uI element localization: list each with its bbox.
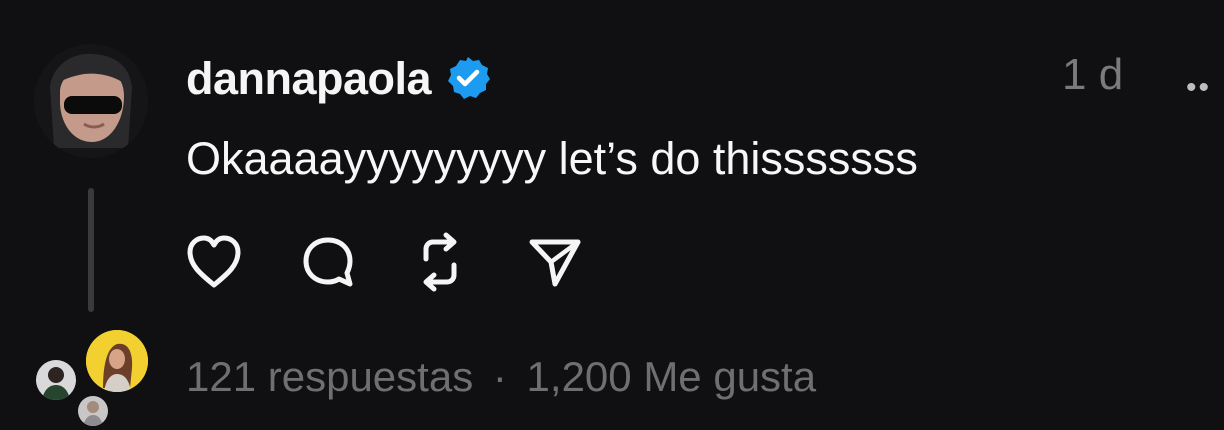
author-avatar[interactable] xyxy=(34,44,148,158)
thread-post: dannapaola 1 d •• Okaaaayyyyyyyyy let’s … xyxy=(0,0,1224,430)
heart-icon xyxy=(187,235,241,288)
repost-button[interactable] xyxy=(412,230,526,294)
post-time: 1 d xyxy=(1062,50,1124,99)
repost-icon xyxy=(423,232,457,292)
comment-button[interactable] xyxy=(298,230,412,294)
more-options-icon[interactable]: •• xyxy=(1186,73,1211,103)
like-button[interactable] xyxy=(184,230,298,294)
username[interactable]: dannapaola xyxy=(186,56,432,101)
post-header: dannapaola xyxy=(186,50,491,106)
post-stats: 121 respuestas · 1,200 Me gusta xyxy=(186,356,816,398)
replies-count[interactable]: 121 respuestas xyxy=(186,353,473,400)
post-text: Okaaaayyyyyyyyy let’s do thisssssss xyxy=(186,133,918,184)
thread-line xyxy=(88,188,94,312)
reply-avatar xyxy=(36,360,76,400)
verified-badge-icon xyxy=(445,55,491,101)
reply-avatar xyxy=(78,396,108,426)
send-icon xyxy=(529,239,581,287)
action-bar xyxy=(184,230,640,294)
share-button[interactable] xyxy=(526,230,640,294)
stats-separator: · xyxy=(492,353,507,400)
likes-count[interactable]: 1,200 Me gusta xyxy=(527,353,817,400)
comment-icon xyxy=(303,237,353,287)
reply-avatars[interactable] xyxy=(30,330,150,430)
reply-avatar xyxy=(86,330,148,392)
